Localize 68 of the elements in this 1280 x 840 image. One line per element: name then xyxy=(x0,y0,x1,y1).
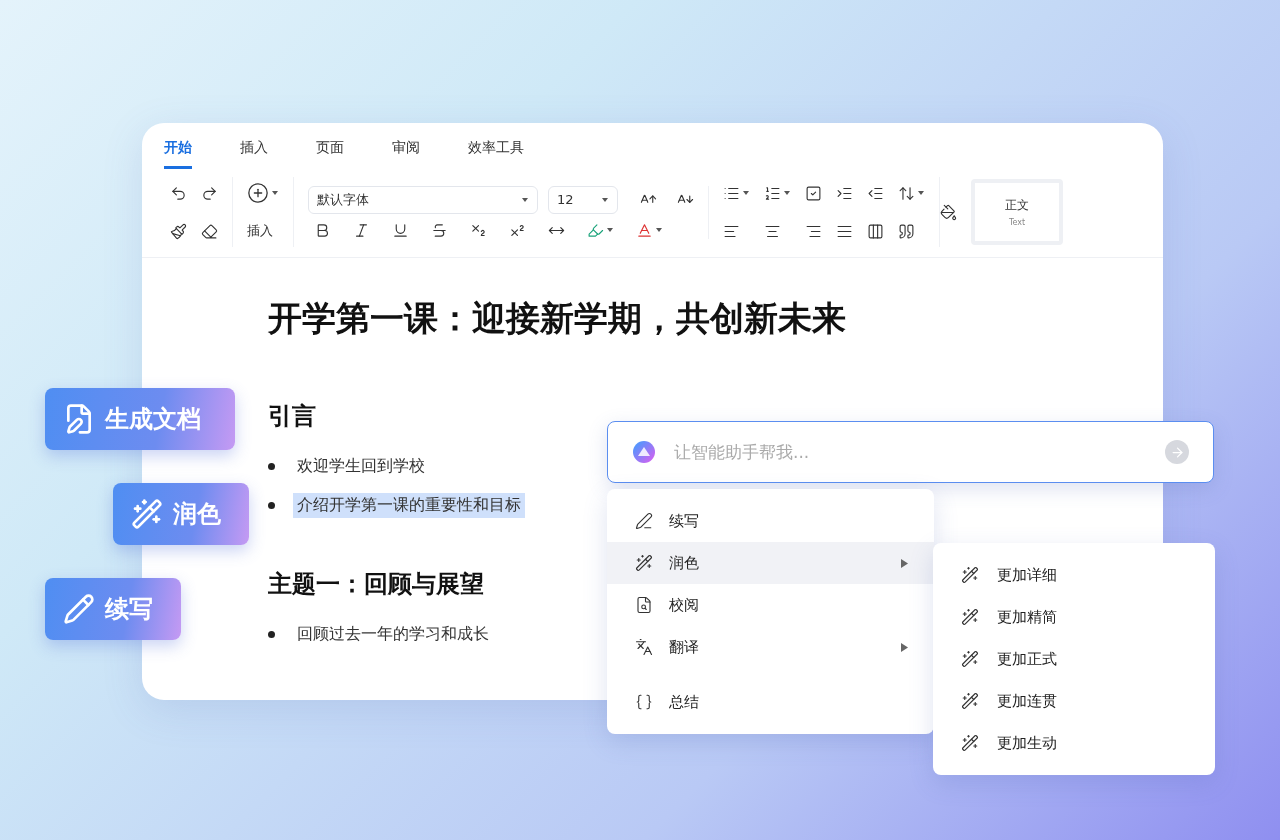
fill-icon[interactable] xyxy=(940,203,957,221)
magic-wand-icon xyxy=(961,566,979,584)
columns-icon[interactable] xyxy=(867,222,884,240)
caret-icon[interactable] xyxy=(606,226,614,234)
format-painter-icon[interactable] xyxy=(170,222,187,240)
bullet-text: 欢迎学生回到学校 xyxy=(296,455,426,477)
section-heading: 引言 xyxy=(268,401,316,432)
translate-icon xyxy=(635,638,653,656)
menu-item[interactable]: 校阅 xyxy=(607,584,934,626)
checkbox-icon[interactable] xyxy=(805,184,822,202)
submenu-item[interactable]: 更加生动 xyxy=(933,722,1215,764)
pencil-icon xyxy=(63,593,95,625)
caret-icon[interactable] xyxy=(742,189,750,197)
bullet-dot xyxy=(268,502,275,509)
arrow-right-icon xyxy=(1169,444,1185,460)
font-dropdown[interactable]: 默认字体 xyxy=(308,185,538,214)
redo-icon[interactable] xyxy=(201,184,218,202)
caret-icon[interactable] xyxy=(917,189,925,197)
assistant-bar[interactable]: 让智能助手帮我... xyxy=(607,421,1214,483)
assistant-input-field[interactable]: 让智能助手帮我... xyxy=(672,441,1149,463)
menu-item[interactable]: 润色 xyxy=(607,542,934,584)
insert-label[interactable]: 插入 xyxy=(247,222,279,240)
submenu-item[interactable]: 更加连贯 xyxy=(933,680,1215,722)
strikethrough-icon[interactable] xyxy=(431,221,448,239)
numbered-list-icon[interactable] xyxy=(764,184,781,202)
style-preset[interactable]: 正文 Text xyxy=(971,179,1063,245)
menu-item[interactable]: 续写 xyxy=(607,500,934,542)
plus-circle-icon[interactable] xyxy=(247,182,269,204)
magic-wand-icon xyxy=(961,650,979,668)
ribbon-tab[interactable]: 插入 xyxy=(240,137,268,169)
undo-icon[interactable] xyxy=(170,184,187,202)
ribbon-tab[interactable]: 开始 xyxy=(164,137,192,169)
magic-wand-icon xyxy=(961,608,979,626)
caret-icon[interactable] xyxy=(783,189,791,197)
style-title: 正文 xyxy=(1005,197,1029,214)
underline-icon[interactable] xyxy=(392,221,409,239)
bullet-text: 回顾过去一年的学习和成长 xyxy=(296,623,490,645)
caret-icon[interactable] xyxy=(521,195,529,204)
menu-item[interactable]: 翻译 xyxy=(607,626,934,668)
bullet-text: 介绍开学第一课的重要性和目标 xyxy=(293,493,525,518)
style-subtitle: Text xyxy=(1008,218,1026,227)
menu-item[interactable]: 总结 xyxy=(607,681,934,723)
magic-wand-icon xyxy=(961,692,979,710)
caret-icon[interactable] xyxy=(601,195,609,204)
italic-icon[interactable] xyxy=(353,221,370,239)
caret-icon[interactable] xyxy=(655,226,663,234)
caret-icon[interactable] xyxy=(271,189,279,197)
magic-wand-icon xyxy=(131,498,163,530)
bullet-dot xyxy=(268,631,275,638)
ribbon-tab[interactable]: 审阅 xyxy=(392,137,420,169)
bracket-icon xyxy=(635,693,653,711)
submenu-item[interactable]: 更加精简 xyxy=(933,596,1215,638)
magic-wand-icon xyxy=(635,554,653,572)
document-search-icon xyxy=(635,596,653,614)
ribbon-tab[interactable]: 效率工具 xyxy=(468,137,524,169)
bullet-dot xyxy=(268,463,275,470)
eraser-icon[interactable] xyxy=(201,222,218,240)
assistant-logo-icon xyxy=(632,440,656,464)
ribbon-tab[interactable]: 页面 xyxy=(316,137,344,169)
font-size-dropdown[interactable]: 12 xyxy=(548,185,618,214)
magic-wand-icon xyxy=(961,734,979,752)
pen-icon xyxy=(635,512,653,530)
section-heading: 主题一：回顾与展望 xyxy=(268,569,484,600)
document-title: 开学第一课：迎接新学期，共创新未来 xyxy=(268,297,846,340)
line-spacing-icon[interactable] xyxy=(898,184,915,202)
submenu-item[interactable]: 更加详细 xyxy=(933,554,1215,596)
submenu-item[interactable]: 更加正式 xyxy=(933,638,1215,680)
font-color-icon[interactable] xyxy=(636,221,653,239)
